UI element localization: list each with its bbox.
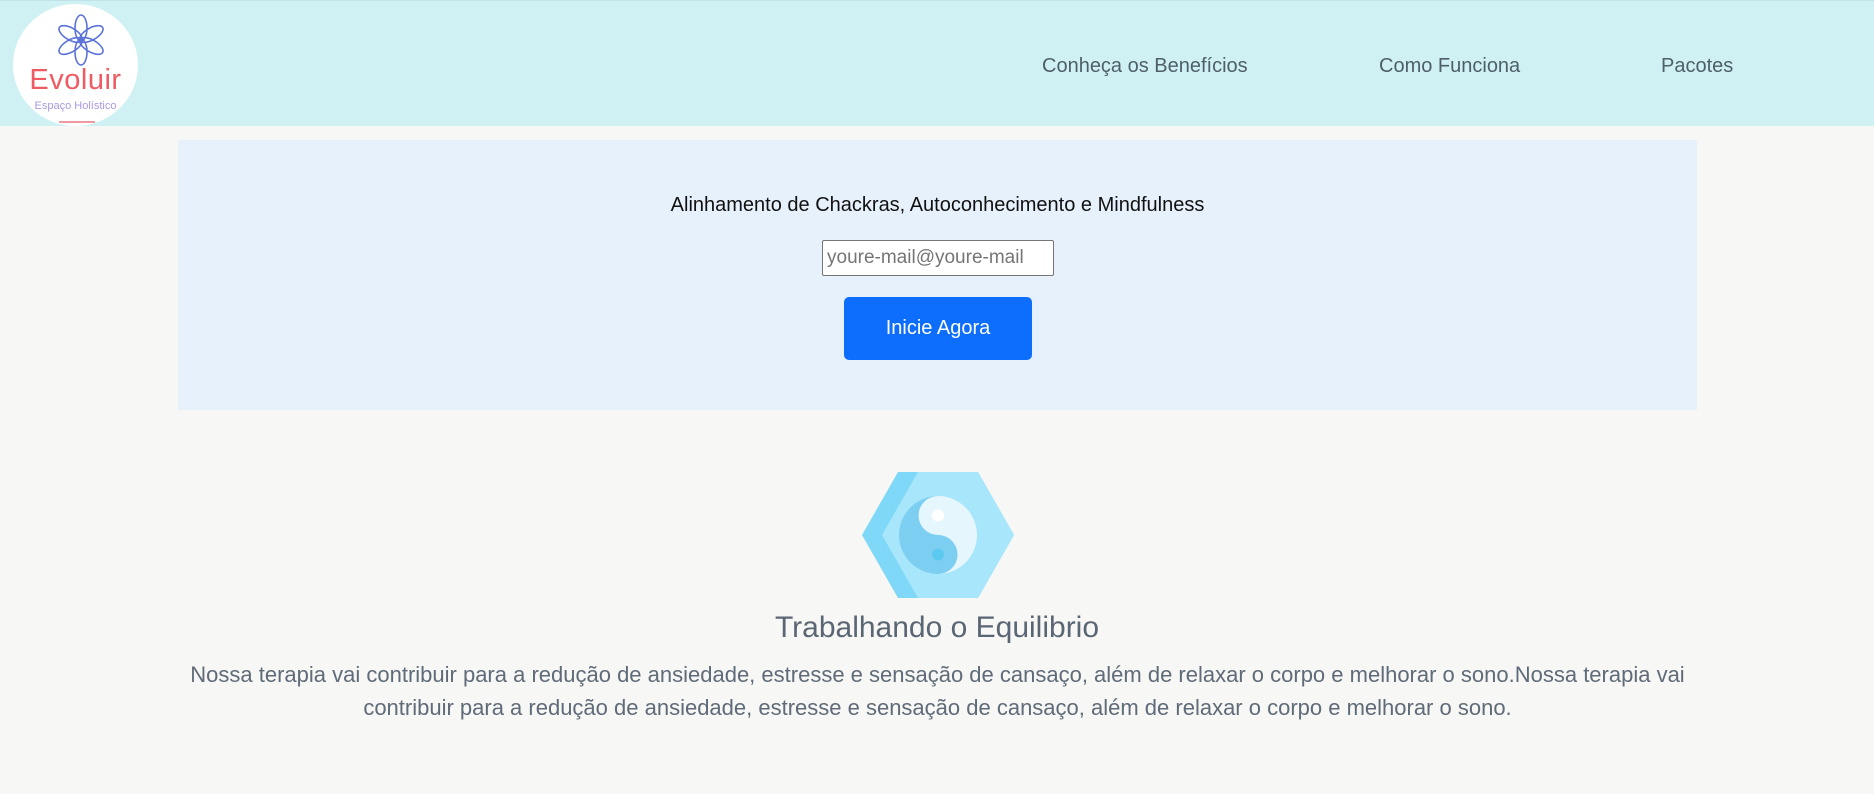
- lotus-flower-icon: [58, 14, 104, 66]
- hero-section: Alinhamento de Chackras, Autoconheciment…: [178, 140, 1697, 410]
- start-now-button[interactable]: Inicie Agora: [844, 297, 1032, 360]
- brand-name: Evoluir: [29, 64, 122, 96]
- hero-headline: Alinhamento de Chackras, Autoconheciment…: [670, 194, 1205, 216]
- feature-description: Nossa terapia vai contribuir para a redu…: [190, 662, 1685, 720]
- email-input[interactable]: [822, 240, 1054, 276]
- nav-link-como-funciona[interactable]: Como Funciona: [1379, 55, 1520, 78]
- brand-logo[interactable]: Evoluir Espaço Holístico: [13, 4, 138, 126]
- nav-link-beneficios[interactable]: Conheça os Benefícios: [1042, 55, 1248, 78]
- navbar: Evoluir Espaço Holístico Conheça os Bene…: [0, 0, 1874, 126]
- brand-tagline: Espaço Holístico: [34, 100, 117, 112]
- feature-title: Trabalhando o Equilibrio: [774, 611, 1100, 644]
- logo-divider: [59, 121, 95, 123]
- nav-link-pacotes[interactable]: Pacotes: [1661, 55, 1733, 78]
- yin-yang-icon: [862, 472, 1014, 598]
